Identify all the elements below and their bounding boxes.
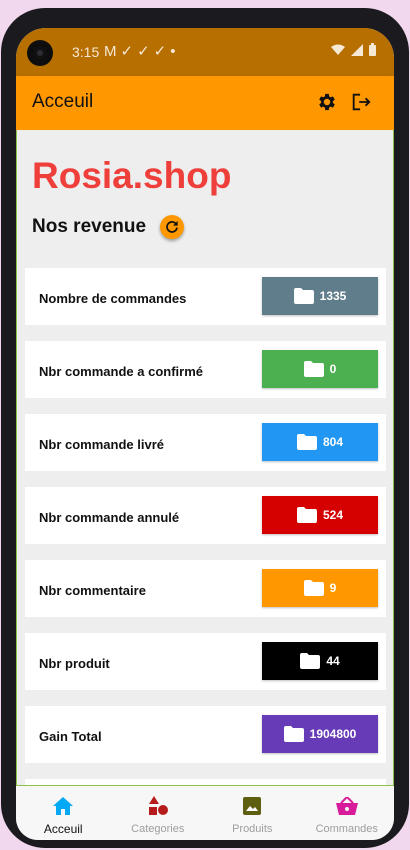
stat-label: Gain Total — [39, 729, 102, 744]
signal-icon — [351, 43, 363, 56]
stat-row-cancelled: Nbr commande annulé 524 — [25, 487, 386, 544]
logout-icon[interactable] — [350, 91, 372, 113]
bottom-navigation: Acceuil Categories Produits Commandes — [16, 785, 394, 840]
status-bar: 3:15 M✓✓✓• — [16, 28, 394, 76]
content-area: Rosia.shop Nos revenue Nombre de command… — [16, 130, 394, 803]
check-icon: ✓ — [153, 43, 171, 60]
nav-item-produits[interactable]: Produits — [205, 786, 300, 840]
system-icons — [331, 43, 376, 56]
status-time: 3:15 — [72, 44, 100, 60]
stat-value: 0 — [329, 362, 337, 376]
app-bar-title: Acceuil — [32, 91, 94, 112]
stat-value: 9 — [329, 581, 337, 595]
stat-label: Nbr commentaire — [39, 583, 146, 598]
stat-row-to-confirm: Nbr commande a confirmé 0 — [25, 341, 386, 398]
stat-value-button[interactable]: 804 — [262, 423, 378, 461]
refresh-icon — [166, 221, 178, 233]
notification-icons: M✓✓✓• — [104, 42, 180, 60]
nav-label: Acceuil — [43, 822, 83, 836]
folder-icon — [296, 507, 317, 523]
stat-row-products: Nbr produit 44 — [25, 633, 386, 690]
basket-icon — [335, 797, 358, 815]
stat-value-button[interactable]: 1904800 — [262, 715, 378, 753]
dot-icon: • — [170, 43, 180, 60]
stat-row-delivered: Nbr commande livré 804 — [25, 414, 386, 471]
check-icon: ✓ — [137, 43, 154, 60]
folder-icon — [300, 653, 321, 669]
nav-label: Commandes — [315, 823, 378, 835]
phone-frame: 3:15 M✓✓✓• Acceuil Rosia.shop Nos revenu… — [1, 8, 409, 848]
gmail-icon: M — [104, 43, 121, 60]
stat-label: Nbr produit — [39, 656, 110, 671]
stat-label: Nombre de commandes — [39, 291, 187, 306]
refresh-button[interactable] — [160, 215, 184, 239]
image-icon — [243, 797, 262, 815]
stat-value-button[interactable]: 0 — [262, 350, 378, 388]
stat-value: 524 — [322, 508, 344, 522]
section-title: Nos revenue — [32, 216, 147, 237]
check-icon: ✓ — [120, 43, 138, 60]
stat-label: Nbr commande livré — [39, 437, 164, 452]
stat-value: 1335 — [319, 289, 347, 303]
stats-list: Nombre de commandes 1335 Nbr commande a … — [25, 268, 386, 803]
battery-icon — [369, 43, 376, 56]
wifi-icon — [331, 44, 345, 55]
app-bar: Acceuil — [16, 76, 394, 130]
categories-icon — [148, 796, 168, 815]
stat-row-orders: Nombre de commandes 1335 — [25, 268, 386, 325]
folder-icon — [293, 288, 314, 304]
stat-row-total-gain: Gain Total 1904800 — [25, 706, 386, 763]
stat-value: 44 — [326, 654, 340, 668]
nav-item-categories[interactable]: Categories — [111, 786, 206, 840]
folder-icon — [303, 361, 324, 377]
nav-label: Produits — [232, 823, 273, 835]
stat-label: Nbr commande a confirmé — [39, 364, 203, 379]
home-icon — [53, 797, 74, 815]
camera-icon — [27, 40, 53, 66]
screen: 3:15 M✓✓✓• Acceuil Rosia.shop Nos revenu… — [16, 28, 394, 840]
folder-icon — [283, 726, 304, 742]
brand-title: Rosia.shop — [32, 155, 232, 196]
stat-label: Nbr commande annulé — [39, 510, 180, 525]
nav-item-commandes[interactable]: Commandes — [300, 786, 395, 840]
folder-icon — [303, 580, 324, 596]
folder-icon — [296, 434, 317, 450]
stat-value: 804 — [322, 435, 344, 449]
stat-value-button[interactable]: 524 — [262, 496, 378, 534]
stat-row-comments: Nbr commentaire 9 — [25, 560, 386, 617]
nav-item-acceuil[interactable]: Acceuil — [16, 786, 111, 840]
stat-value-button[interactable]: 1335 — [262, 277, 378, 315]
stat-value-button[interactable]: 44 — [262, 642, 378, 680]
nav-label: Categories — [131, 823, 185, 835]
stat-value: 1904800 — [309, 727, 357, 741]
gear-icon[interactable] — [316, 91, 338, 113]
stat-value-button[interactable]: 9 — [262, 569, 378, 607]
